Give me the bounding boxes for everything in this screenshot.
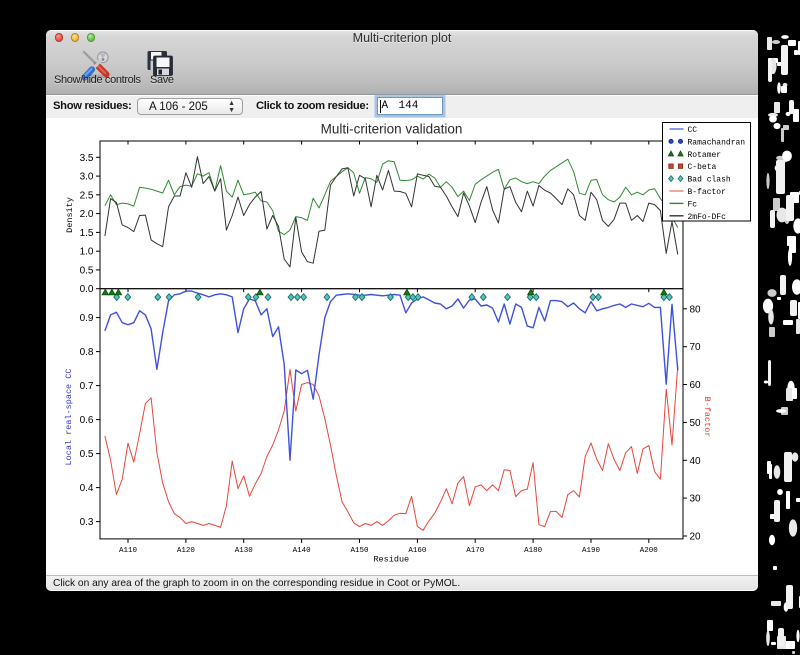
svg-text:Multi-criterion validation: Multi-criterion validation xyxy=(321,122,463,137)
svg-text:2mFo-DFc: 2mFo-DFc xyxy=(688,213,727,222)
svg-text:0.9: 0.9 xyxy=(80,313,94,324)
svg-text:Density: Density xyxy=(65,197,75,233)
svg-text:A180: A180 xyxy=(524,547,543,555)
svg-text:50: 50 xyxy=(690,418,702,429)
svg-text:B-factor: B-factor xyxy=(702,397,712,438)
svg-text:A170: A170 xyxy=(466,547,485,555)
svg-text:A140: A140 xyxy=(293,547,312,555)
svg-text:1.0: 1.0 xyxy=(80,247,94,258)
svg-text:CC: CC xyxy=(688,126,698,135)
svg-text:A130: A130 xyxy=(235,547,254,555)
svg-text:0.0: 0.0 xyxy=(80,284,94,295)
svg-text:0.5: 0.5 xyxy=(80,449,94,460)
svg-text:0.7: 0.7 xyxy=(80,381,94,392)
svg-text:0.3: 0.3 xyxy=(80,517,94,528)
svg-text:0.5: 0.5 xyxy=(80,265,94,276)
svg-text:3.5: 3.5 xyxy=(80,153,94,164)
svg-text:Fc: Fc xyxy=(688,200,698,209)
svg-text:Ramachandran: Ramachandran xyxy=(688,138,746,147)
svg-text:70: 70 xyxy=(690,342,702,353)
svg-text:A160: A160 xyxy=(408,547,427,555)
svg-text:20: 20 xyxy=(690,532,702,543)
svg-text:C-beta: C-beta xyxy=(688,163,717,172)
svg-text:A200: A200 xyxy=(640,547,659,555)
svg-text:40: 40 xyxy=(690,456,702,467)
svg-text:0.6: 0.6 xyxy=(80,415,94,426)
svg-text:Rotamer: Rotamer xyxy=(688,151,722,160)
svg-text:80: 80 xyxy=(690,304,702,315)
svg-text:0.4: 0.4 xyxy=(80,483,94,494)
svg-text:A190: A190 xyxy=(582,547,601,555)
svg-text:2.0: 2.0 xyxy=(80,209,94,220)
svg-text:1.5: 1.5 xyxy=(80,228,94,239)
svg-text:Local real-space CC: Local real-space CC xyxy=(64,369,74,466)
svg-text:A120: A120 xyxy=(177,547,196,555)
svg-text:30: 30 xyxy=(690,494,702,505)
svg-text:A110: A110 xyxy=(119,547,138,555)
svg-text:60: 60 xyxy=(690,380,702,391)
svg-text:B-factor: B-factor xyxy=(688,188,727,197)
svg-text:2.5: 2.5 xyxy=(80,190,94,201)
svg-text:A150: A150 xyxy=(350,547,369,555)
svg-text:0.8: 0.8 xyxy=(80,347,94,358)
svg-text:3.0: 3.0 xyxy=(80,172,94,183)
svg-text:Bad clash: Bad clash xyxy=(688,176,731,185)
svg-text:Residue: Residue xyxy=(373,555,409,565)
